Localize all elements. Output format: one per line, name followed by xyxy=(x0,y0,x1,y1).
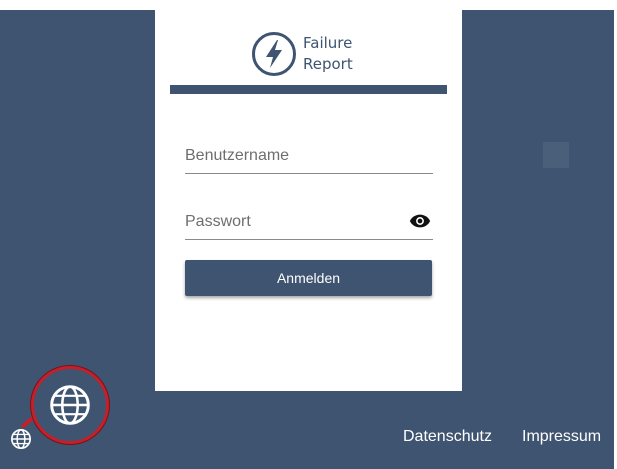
magnified-globe-callout xyxy=(31,366,109,444)
logo-divider xyxy=(170,85,447,94)
eye-icon[interactable] xyxy=(409,213,431,229)
logo-text-line2: Report xyxy=(303,55,353,73)
background-square xyxy=(543,142,569,168)
logo-text: Failure Report xyxy=(303,33,353,75)
password-input[interactable] xyxy=(185,207,395,237)
logo-text-line1: Failure xyxy=(303,34,353,52)
login-card: Failure Report Anmelden xyxy=(155,10,462,391)
app-logo: Failure Report xyxy=(251,30,353,78)
login-button[interactable]: Anmelden xyxy=(185,260,432,296)
password-field xyxy=(185,207,433,240)
globe-icon-magnified xyxy=(50,385,90,425)
lightning-icon xyxy=(252,32,296,76)
imprint-link[interactable]: Impressum xyxy=(522,428,601,446)
username-field xyxy=(185,141,433,174)
username-input[interactable] xyxy=(185,141,395,171)
globe-icon[interactable] xyxy=(10,428,32,450)
privacy-link[interactable]: Datenschutz xyxy=(403,428,492,446)
